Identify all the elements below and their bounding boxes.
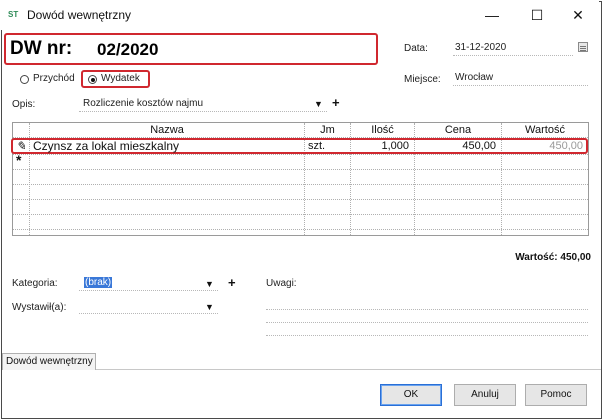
ok-button[interactable]: OK — [380, 384, 442, 406]
col-header-ilosc[interactable]: Ilość — [351, 123, 414, 137]
col-header-nazwa[interactable]: Nazwa — [30, 123, 304, 137]
date-label: Data: — [404, 43, 428, 54]
close-button[interactable]: ✕ — [556, 0, 600, 30]
tab-dowod-wewnetrzny[interactable]: Dowód wewnętrzny — [2, 353, 96, 370]
maximize-button[interactable]: ☐ — [515, 0, 559, 30]
calendar-icon[interactable] — [578, 42, 588, 52]
col-header-jm[interactable]: Jm — [305, 123, 350, 137]
window-title: Dowód wewnętrzny — [27, 8, 132, 22]
category-field[interactable]: (brak) — [84, 277, 113, 288]
category-underline — [79, 290, 218, 291]
issuer-dropdown-icon[interactable]: ▼ — [205, 302, 214, 312]
category-label: Kategoria: — [12, 278, 58, 289]
table-cell-ilosc[interactable]: 1,000 — [351, 139, 409, 153]
date-field[interactable]: 31-12-2020 — [455, 42, 506, 53]
table-cell-wartosc: 450,00 — [549, 140, 583, 152]
col-header-cena[interactable]: Cena — [415, 123, 501, 137]
col-header-wartosc[interactable]: Wartość — [502, 123, 588, 137]
total-value: Wartość: 450,00 — [515, 252, 591, 263]
title-bar: ST Dowód wewnętrzny — ☐ ✕ — [0, 0, 599, 30]
place-label: Miejsce: — [404, 74, 441, 85]
notes-label: Uwagi: — [266, 278, 297, 289]
date-underline — [453, 55, 573, 56]
notes-line[interactable] — [266, 309, 588, 310]
app-icon: ST — [8, 10, 19, 19]
radio-przychod[interactable] — [20, 75, 29, 84]
notes-line[interactable] — [266, 335, 588, 336]
help-button[interactable]: Pomoc — [525, 384, 587, 406]
category-dropdown-icon[interactable]: ▼ — [205, 279, 214, 289]
issuer-label: Wystawił(a): — [12, 302, 67, 313]
row-edit-pencil-icon: ✎ — [16, 139, 27, 153]
category-add-icon[interactable]: + — [228, 275, 236, 290]
new-row-marker: * — [16, 152, 22, 168]
tab-strip-line — [96, 369, 601, 370]
place-underline — [453, 85, 588, 86]
radio-przychod-label[interactable]: Przychód — [33, 73, 75, 84]
doc-number-field[interactable]: 02/2020 — [97, 40, 158, 60]
doc-number-label: DW nr: — [10, 38, 73, 59]
radio-wydatek-label[interactable]: Wydatek — [101, 73, 140, 84]
place-field[interactable]: Wrocław — [455, 72, 493, 83]
description-label: Opis: — [12, 99, 36, 110]
table-cell-nazwa[interactable]: Czynsz za lokal mieszkalny — [33, 139, 179, 153]
issuer-underline — [79, 313, 218, 314]
radio-wydatek[interactable] — [88, 75, 97, 84]
description-underline — [79, 111, 327, 112]
table-cell-cena[interactable]: 450,00 — [415, 139, 496, 153]
cancel-button[interactable]: Anuluj — [454, 384, 516, 406]
description-add-icon[interactable]: + — [332, 95, 340, 110]
minimize-button[interactable]: — — [470, 0, 514, 30]
description-field[interactable]: Rozliczenie kosztów najmu — [83, 98, 203, 109]
description-dropdown-icon[interactable]: ▼ — [314, 99, 323, 109]
notes-line[interactable] — [266, 322, 588, 323]
table-cell-jm[interactable]: szt. — [308, 139, 325, 153]
